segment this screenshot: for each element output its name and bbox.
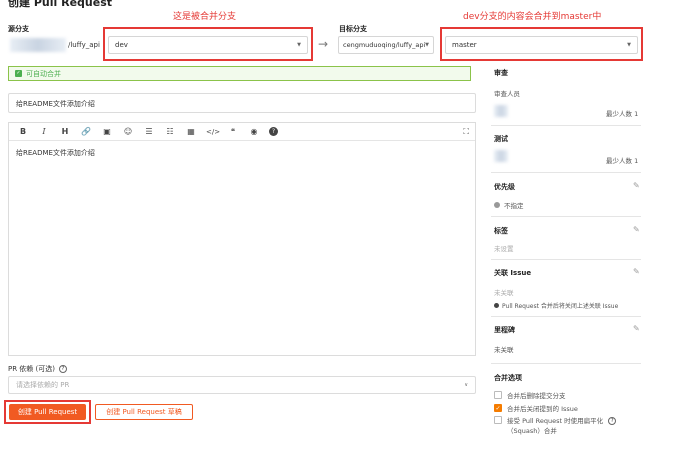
dependency-select[interactable]: 请选择依赖的 PR ∨ <box>8 376 476 394</box>
create-draft-button[interactable]: 创建 Pull Request 草稿 <box>95 404 193 420</box>
page-title: 创建 Pull Request <box>8 0 112 9</box>
info-icon <box>494 303 499 308</box>
review-min-count: 最少人数 1 <box>606 110 639 118</box>
target-branch-value: master <box>452 41 477 49</box>
divider <box>491 316 641 317</box>
question-icon: ? <box>59 365 67 373</box>
merge-option-label-block: 接受 Pull Request 时使用扁平化 （Squash）合并 <box>507 416 603 436</box>
merge-option-label-line2: （Squash）合并 <box>507 427 557 435</box>
target-branch-select[interactable]: master ▼ <box>445 36 638 54</box>
question-icon[interactable]: ? <box>608 417 617 425</box>
priority-dot-icon <box>494 202 500 208</box>
chevron-down-icon: ∨ <box>464 382 468 388</box>
dependency-placeholder: 请选择依赖的 PR <box>16 381 70 389</box>
labels-value: 未设置 <box>494 245 514 253</box>
ordered-list-icon[interactable]: ☷ <box>164 127 176 136</box>
bold-icon[interactable]: B <box>17 127 29 136</box>
dependency-label-row: PR 依赖 (可选) ? <box>8 364 67 374</box>
edit-milestone-icon[interactable]: ✎ <box>633 324 640 333</box>
checkbox[interactable] <box>494 416 502 424</box>
quote-icon[interactable]: ❝ <box>227 127 239 136</box>
merge-option-label: 接受 Pull Request 时使用扁平化 <box>507 417 604 425</box>
target-repo-select[interactable]: cengmuduoqing/luffy_api ▼ <box>338 36 434 54</box>
test-min-count: 最少人数 1 <box>606 157 639 165</box>
issue-heading: 关联 Issue <box>494 269 532 277</box>
merge-option-label: 合并后删除提交分支 <box>507 392 566 400</box>
pr-title-input[interactable]: 给README文件添加介绍 <box>8 93 476 113</box>
dependency-label: PR 依赖 (可选) <box>8 365 55 373</box>
divider <box>491 125 641 126</box>
source-branch-value: dev <box>115 41 128 49</box>
edit-priority-icon[interactable]: ✎ <box>633 181 640 190</box>
pr-title-value: 给README文件添加介绍 <box>16 100 95 108</box>
chevron-down-icon: ▼ <box>627 42 631 48</box>
heading-icon[interactable]: H <box>59 127 71 136</box>
bullet-list-icon[interactable]: ☰ <box>143 127 155 136</box>
arrow-right-icon: → <box>318 37 329 51</box>
priority-value: 不指定 <box>504 202 524 210</box>
merge-option-label: 合并后关闭提到的 Issue <box>507 405 578 413</box>
edit-labels-icon[interactable]: ✎ <box>633 225 640 234</box>
code-icon[interactable]: </> <box>206 128 220 136</box>
pr-body-editor[interactable]: B I H 🔗 ▣ ☺ ☰ ☷ ▦ </> ❝ ◉ ? ⛶ 给README文件添… <box>8 122 476 356</box>
editor-toolbar: B I H 🔗 ▣ ☺ ☰ ☷ ▦ </> ❝ ◉ ? <box>9 123 475 141</box>
check-icon: ✓ <box>15 70 22 77</box>
italic-icon[interactable]: I <box>38 127 50 136</box>
divider <box>491 259 641 260</box>
target-branch-label: 目标分支 <box>339 25 367 33</box>
checkbox[interactable] <box>494 391 502 399</box>
target-repo-value: cengmuduoqing/luffy_api <box>343 41 426 49</box>
review-heading: 审查 <box>494 69 508 77</box>
checkbox-checked[interactable]: ✓ <box>494 404 502 412</box>
create-pr-button[interactable]: 创建 Pull Request <box>9 404 86 420</box>
merge-options-heading: 合并选项 <box>494 374 522 382</box>
reviewer-avatar <box>494 105 508 117</box>
fullscreen-icon[interactable]: ⛶ <box>463 127 469 137</box>
source-branch-label: 源分支 <box>8 25 29 33</box>
edit-issue-icon[interactable]: ✎ <box>633 267 640 276</box>
source-branch-select[interactable]: dev ▼ <box>108 36 308 54</box>
issue-note: Pull Request 合并后将关闭上述关联 Issue <box>502 303 619 310</box>
link-icon[interactable]: 🔗 <box>80 127 92 136</box>
merge-option-row[interactable]: 合并后删除提交分支 <box>494 390 566 400</box>
issue-value: 未关联 <box>494 289 514 297</box>
test-heading: 测试 <box>494 135 508 143</box>
issue-note-row: Pull Request 合并后将关闭上述关联 Issue <box>494 301 618 310</box>
source-owner-blurred <box>10 38 66 52</box>
reviewers-label: 审查人员 <box>494 90 520 98</box>
help-icon[interactable]: ? <box>269 127 278 136</box>
emoji-icon[interactable]: ☺ <box>122 127 134 136</box>
pr-body-text: 给README文件添加介绍 <box>16 149 95 157</box>
source-repo: /luffy_api <box>68 41 100 49</box>
chevron-down-icon: ▼ <box>425 42 429 48</box>
image-icon[interactable]: ▣ <box>101 127 113 136</box>
labels-heading: 标签 <box>494 227 508 235</box>
divider <box>491 216 641 217</box>
milestone-value: 未关联 <box>494 346 514 354</box>
merge-option-row[interactable]: ✓ 合并后关闭提到的 Issue <box>494 403 578 413</box>
chevron-down-icon: ▼ <box>297 42 301 48</box>
table-icon[interactable]: ▦ <box>185 127 197 136</box>
mergeable-status: ✓ 可自动合并 <box>8 66 471 81</box>
preview-icon[interactable]: ◉ <box>248 127 260 136</box>
mergeable-text: 可自动合并 <box>26 69 61 78</box>
merge-option-row[interactable]: 接受 Pull Request 时使用扁平化 （Squash）合并 ? <box>494 416 617 436</box>
divider <box>491 172 641 173</box>
annotation-merged-branch: 这是被合并分支 <box>173 12 237 22</box>
tester-avatar <box>494 150 508 162</box>
milestone-heading: 里程碑 <box>494 326 515 334</box>
priority-value-row: 不指定 <box>494 200 524 210</box>
annotation-target: dev分支的内容会合并到master中 <box>463 12 602 22</box>
divider <box>491 363 641 364</box>
priority-heading: 优先级 <box>494 183 515 191</box>
